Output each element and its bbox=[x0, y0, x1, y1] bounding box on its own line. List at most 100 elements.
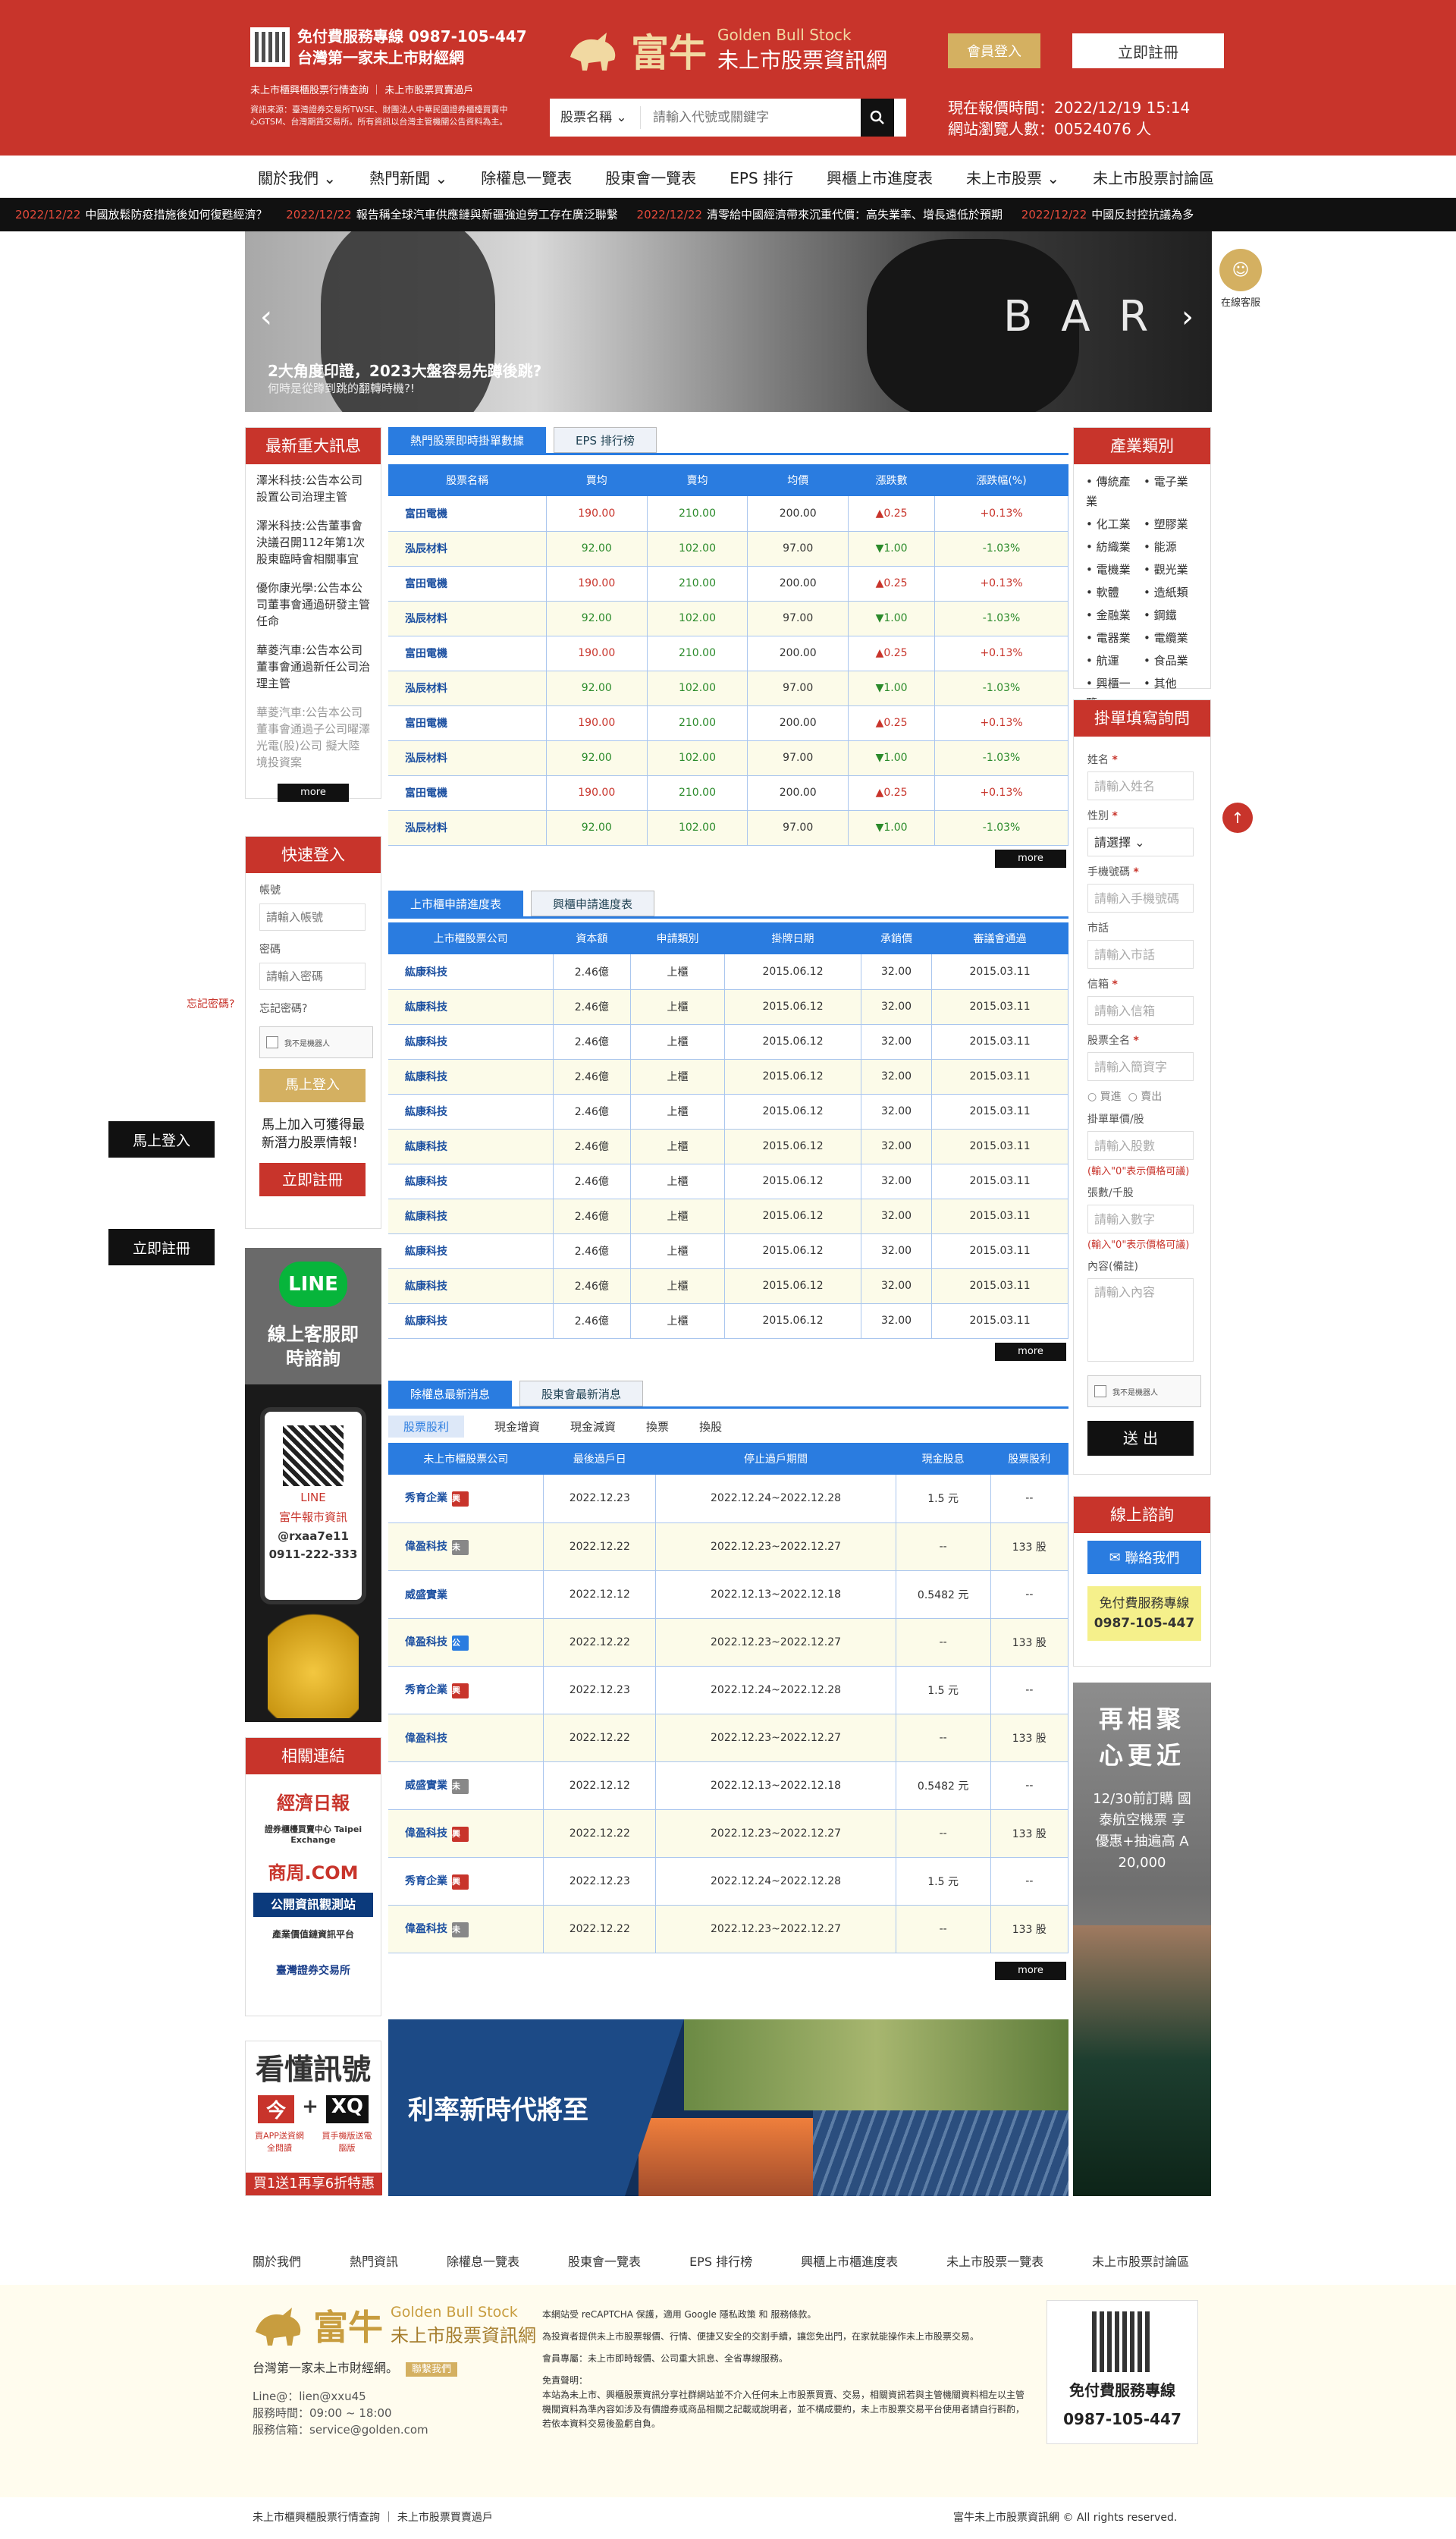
nav-dividend[interactable]: 除權息一覽表 bbox=[481, 166, 572, 188]
table-row[interactable]: 威盛實業 2022.12.12 2022.12.13~2022.12.18 0.548… bbox=[388, 1570, 1069, 1619]
link-mops[interactable]: 公開資訊觀測站 bbox=[253, 1893, 373, 1917]
table-row[interactable]: 富田電機 190.00 210.00 200.00 ▲0.25 +0.13% bbox=[388, 496, 1068, 532]
category-item[interactable]: 電纜業 bbox=[1144, 628, 1198, 648]
news-item[interactable]: 澤米科技:公告本公司設置公司治理主管 bbox=[256, 472, 370, 505]
subtab-cash-decrease[interactable]: 現金減資 bbox=[570, 1419, 616, 1434]
scroll-top-icon[interactable]: ↑ bbox=[1222, 803, 1253, 833]
category-item[interactable]: 能源 bbox=[1144, 537, 1198, 557]
footer-nav-item[interactable]: 除權息一覽表 bbox=[447, 2251, 519, 2270]
link-udn[interactable]: 經濟日報 bbox=[253, 1788, 373, 1814]
table-row[interactable]: 紘康科技 2.46億 上櫃 2015.06.12 32.00 2015.03.11 bbox=[388, 1024, 1068, 1060]
nav-shareholders[interactable]: 股東會一覽表 bbox=[605, 166, 696, 188]
recaptcha-checkbox[interactable] bbox=[1094, 1385, 1106, 1397]
news-more-button[interactable]: more bbox=[278, 784, 349, 802]
login-submit-button[interactable]: 馬上登入 bbox=[259, 1069, 366, 1102]
next-arrow-icon[interactable]: › bbox=[1181, 300, 1194, 335]
footer-nav-item[interactable]: 熱門資訊 bbox=[350, 2251, 398, 2270]
sell-radio[interactable]: ○ 賣出 bbox=[1128, 1091, 1163, 1103]
table-row[interactable]: 富田電機 190.00 210.00 200.00 ▲0.25 +0.13% bbox=[388, 775, 1068, 811]
category-item[interactable]: 造紙類 bbox=[1144, 583, 1198, 602]
gender-select[interactable]: 請選擇 ⌄ bbox=[1087, 828, 1194, 856]
table-row[interactable]: 富田電機 190.00 210.00 200.00 ▲0.25 +0.13% bbox=[388, 705, 1068, 741]
category-item[interactable]: 航運 bbox=[1086, 651, 1141, 671]
company-name[interactable]: 偉盈科技 bbox=[405, 1636, 447, 1648]
nav-ipo-progress[interactable]: 興櫃上市進度表 bbox=[827, 166, 933, 188]
company-name[interactable]: 偉盈科技 bbox=[405, 1733, 447, 1745]
panel-register-button[interactable]: 立即註冊 bbox=[259, 1163, 366, 1196]
company-name[interactable]: 秀育企業 bbox=[405, 1684, 447, 1696]
table-row[interactable]: 偉盈科技興 2022.12.22 2022.12.23~2022.12.27 -- 13… bbox=[388, 1809, 1069, 1858]
category-item[interactable]: 塑膠業 bbox=[1144, 514, 1198, 534]
tab-hot-stocks[interactable]: 熱門股票即時掛單數據 bbox=[388, 427, 547, 453]
company-name[interactable]: 威盛實業 bbox=[405, 1780, 447, 1792]
subtab-stock-dividend[interactable]: 股票股利 bbox=[388, 1416, 465, 1438]
table-row[interactable]: 富田電機 190.00 210.00 200.00 ▲0.25 +0.13% bbox=[388, 636, 1068, 671]
content-textarea[interactable]: 請輸入內容 bbox=[1087, 1278, 1194, 1362]
ticker-item[interactable]: 中國反封控抗議為多 bbox=[1091, 208, 1194, 222]
category-item[interactable]: 軟體 bbox=[1086, 583, 1141, 602]
table-row[interactable]: 偉盈科技未 2022.12.22 2022.12.23~2022.12.27 -- 13… bbox=[388, 1905, 1069, 1953]
table-row[interactable]: 偉盈科技公 2022.12.22 2022.12.23~2022.12.27 -- 13… bbox=[388, 1618, 1069, 1667]
table-row[interactable]: 秀育企業興 2022.12.23 2022.12.24~2022.12.28 1.5 … bbox=[388, 1475, 1069, 1523]
tab-shareholder-news[interactable]: 股東會最新消息 bbox=[519, 1381, 644, 1406]
tab-listing-progress[interactable]: 上市櫃申請進度表 bbox=[388, 891, 524, 916]
forgot-password-link-left[interactable]: 忘記密碼? bbox=[187, 996, 234, 1011]
news-item[interactable]: 華菱汽車:公告本公司董事會通過新任公司治理主管 bbox=[256, 642, 370, 692]
table-row[interactable]: 紘康科技 2.46億 上櫃 2015.06.12 32.00 2015.03.11 bbox=[388, 989, 1068, 1025]
search-input[interactable] bbox=[641, 102, 861, 133]
nav-eps[interactable]: EPS 排行 bbox=[730, 166, 793, 188]
stock-input[interactable]: 請輸入簡資字 bbox=[1087, 1052, 1194, 1081]
footer-nav-item[interactable]: 未上市股票一覽表 bbox=[946, 2251, 1043, 2270]
footer-nav-item[interactable]: 未上市股票討論區 bbox=[1092, 2251, 1189, 2270]
category-item[interactable]: 觀光業 bbox=[1144, 560, 1198, 580]
t3-more-button[interactable]: more bbox=[995, 1962, 1066, 1980]
tab-eps-ranking[interactable]: EPS 排行榜 bbox=[554, 427, 657, 453]
nav-about[interactable]: 關於我們 ⌄ bbox=[258, 166, 336, 188]
footer-logo[interactable]: 富牛 Golden Bull Stock 未上市股票資訊網 bbox=[253, 2300, 536, 2350]
recaptcha[interactable]: 我不是機器人 bbox=[1087, 1375, 1201, 1407]
table-row[interactable]: 泓辰材料 92.00 102.00 97.00 ▼1.00 -1.03% bbox=[388, 810, 1068, 846]
buy-radio[interactable]: ○ 買進 bbox=[1087, 1091, 1122, 1103]
member-login-button[interactable]: 會員登入 bbox=[948, 33, 1040, 68]
prev-arrow-icon[interactable]: ‹ bbox=[260, 300, 272, 335]
table-row[interactable]: 富田電機 190.00 210.00 200.00 ▲0.25 +0.13% bbox=[388, 566, 1068, 602]
table-row[interactable]: 紘康科技 2.46億 上櫃 2015.06.12 32.00 2015.03.11 bbox=[388, 1303, 1068, 1339]
name-input[interactable]: 請輸入姓名 bbox=[1087, 771, 1194, 800]
t2-more-button[interactable]: more bbox=[995, 1343, 1066, 1361]
table-row[interactable]: 紘康科技 2.46億 上櫃 2015.06.12 32.00 2015.03.11 bbox=[388, 1199, 1068, 1234]
city-phone-input[interactable]: 請輸入市話 bbox=[1087, 940, 1194, 969]
table-row[interactable]: 秀育企業興 2022.12.23 2022.12.24~2022.12.28 1.5 … bbox=[388, 1857, 1069, 1906]
table-row[interactable]: 威盛實業未 2022.12.12 2022.12.13~2022.12.18 0.54… bbox=[388, 1761, 1069, 1810]
footer-contact-button[interactable]: 聯繫我們 bbox=[406, 2362, 458, 2377]
table-row[interactable]: 紘康科技 2.46億 上櫃 2015.06.12 32.00 2015.03.11 bbox=[388, 1233, 1068, 1269]
category-item[interactable]: 化工業 bbox=[1086, 514, 1141, 534]
recaptcha-checkbox[interactable] bbox=[266, 1036, 278, 1048]
category-item[interactable]: 電子業 bbox=[1144, 472, 1198, 511]
tab-emerging-progress[interactable]: 興櫃申請進度表 bbox=[531, 891, 655, 916]
link-tpex[interactable]: 證券櫃檯買賣中心 Taipei Exchange bbox=[253, 1823, 373, 1847]
password-input[interactable] bbox=[259, 963, 366, 990]
link-twse[interactable]: 臺灣證券交易所 bbox=[253, 1962, 373, 1987]
line-service-ad[interactable]: LINE 線上客服即時諮詢 LINE 富牛報市資訊 @rxaa7e11 0911… bbox=[245, 1248, 381, 1722]
ticker-item[interactable]: 報告稱全球汽車供應鏈與新疆強迫勞工存在廣泛聯繫 bbox=[356, 208, 618, 222]
search-type-select[interactable]: 股票名稱 ⌄ bbox=[550, 106, 641, 129]
signal-ad[interactable]: 看懂訊號 今 + XQ 買APP送資網全閱讀 買手機版送電腦版 買1送1再享6折特惠 bbox=[245, 2041, 382, 2196]
subtab-exchange-ticket[interactable]: 換票 bbox=[646, 1419, 669, 1434]
forgot-password-link[interactable]: 忘記密碼? bbox=[259, 1001, 367, 1016]
travel-ad[interactable]: 再相聚 心更近 12/30前訂購 國泰航空機票 享優惠+抽遍高 A 20,000 bbox=[1073, 1683, 1211, 2196]
link-businessweekly[interactable]: 商周.COM bbox=[253, 1858, 373, 1884]
table-row[interactable]: 泓辰材料 92.00 102.00 97.00 ▼1.00 -1.03% bbox=[388, 531, 1068, 567]
recaptcha[interactable]: 我不是機器人 bbox=[259, 1026, 373, 1058]
table-row[interactable]: 偉盈科技未 2022.12.22 2022.12.23~2022.12.27 -- 13… bbox=[388, 1522, 1069, 1571]
nav-forum[interactable]: 未上市股票討論區 bbox=[1093, 166, 1214, 188]
news-item[interactable]: 華菱汽車:公告本公司董事會通過子公司曜澤光電(股)公司 擬大陸境投資案 bbox=[256, 704, 370, 771]
site-logo[interactable]: 富牛 Golden Bull Stock 未上市股票資訊網 bbox=[567, 23, 887, 77]
footer-nav-item[interactable]: EPS 排行榜 bbox=[689, 2251, 752, 2270]
category-item[interactable]: 紡織業 bbox=[1086, 537, 1141, 557]
hero-banner[interactable]: B A R ‹ › 2大角度印證，2023大盤容易先蹲後跳? 何時是從蹲到跳的翻… bbox=[245, 231, 1212, 412]
company-name[interactable]: 偉盈科技 bbox=[405, 1541, 447, 1553]
account-input[interactable] bbox=[259, 903, 366, 931]
float-register-button[interactable]: 立即註冊 bbox=[108, 1229, 215, 1265]
table-row[interactable]: 紘康科技 2.46億 上櫃 2015.06.12 32.00 2015.03.11 bbox=[388, 1268, 1068, 1304]
float-login-button[interactable]: 馬上登入 bbox=[108, 1121, 215, 1158]
